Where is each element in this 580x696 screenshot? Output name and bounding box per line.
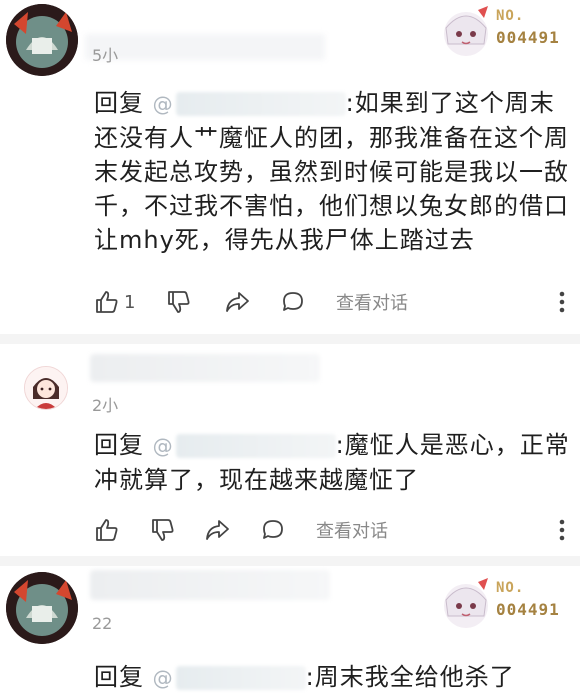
comment-line: 让mhy死，得先从我尸体上踏过去: [94, 226, 475, 254]
share-icon: [226, 292, 249, 312]
user-avatar[interactable]: [6, 4, 78, 76]
avatar-image: [6, 4, 78, 76]
comment-time: 5小: [92, 46, 119, 65]
fan-badge: NO. 004491: [440, 576, 570, 632]
mention-username[interactable]: [175, 434, 336, 458]
reply-button[interactable]: [280, 286, 306, 318]
comment-3: 22 NO. 004491 回复 @:周末我全给他杀了: [0, 566, 580, 696]
comment-line: 魔怔人是恶心，正常: [344, 431, 570, 459]
chibi-badge-icon: [444, 6, 488, 56]
avatar-image: [6, 572, 78, 644]
comment-time: 2小: [92, 396, 119, 415]
comment-body: 回复 @:周末我全给他杀了: [94, 660, 515, 695]
comment-time: 22: [92, 614, 113, 633]
more-options-icon[interactable]: [558, 518, 566, 542]
comment-actions: 1 查看对话: [94, 286, 564, 318]
badge-number: 004491: [496, 600, 560, 619]
share-button[interactable]: [224, 286, 250, 318]
dislike-button[interactable]: [166, 286, 192, 318]
reply-prefix: 回复: [94, 663, 144, 691]
comment-body: 回复 @:魔怔人是恶心，正常 冲就算了，现在越来越魔怔了: [94, 428, 570, 497]
chat-bubble-icon: [263, 520, 283, 539]
mention-username[interactable]: [175, 666, 306, 690]
more-options-icon[interactable]: [558, 290, 566, 314]
chibi-badge-icon: [444, 578, 488, 628]
mention-at-icon: @: [152, 666, 174, 690]
comment-line: 还没有人艹魔怔人的团，那我准备在这个周: [94, 124, 569, 152]
thumbs-down-icon: [168, 291, 190, 313]
reply-prefix: 回复: [94, 431, 144, 459]
comment-body: 回复 @:如果到了这个周末 还没有人艹魔怔人的团，那我准备在这个周 末发起总攻势…: [94, 86, 569, 257]
reply-button[interactable]: [260, 514, 286, 546]
mention-separator: :: [345, 89, 355, 117]
comment-line: 千，不过我不害怕，他们想以兔女郎的借口: [94, 192, 569, 220]
avatar-image: [25, 367, 67, 409]
thumbs-up-icon: [96, 519, 118, 541]
mention-separator: :: [335, 431, 345, 459]
comment-line: 冲就算了，现在越来越魔怔了: [94, 466, 419, 494]
comment-actions: 查看对话: [94, 514, 564, 546]
like-count: 1: [124, 291, 136, 313]
divider: [0, 334, 580, 344]
comment-line: 如果到了这个周末: [354, 89, 555, 117]
comment-2: 2小 回复 @:魔怔人是恶心，正常 冲就算了，现在越来越魔怔了 查看对话: [0, 344, 580, 554]
like-button[interactable]: [94, 514, 124, 546]
badge-label: NO.: [496, 8, 525, 24]
comment-line: 末发起总攻势，虽然到时候可能是我以一敌: [94, 158, 569, 186]
mention-at-icon: @: [152, 434, 174, 458]
badge-label: NO.: [496, 580, 525, 596]
comment-line: 周末我全给他杀了: [314, 663, 515, 691]
dislike-button[interactable]: [150, 514, 176, 546]
fan-badge: NO. 004491: [440, 4, 570, 60]
blurred-username: [90, 354, 320, 382]
user-avatar[interactable]: [24, 366, 68, 410]
comment-1: 5小 NO. 004491 回复 @:如果到了这个周末 还没有人艹魔怔人的团，那…: [0, 0, 580, 330]
thumbs-down-icon: [152, 519, 174, 541]
view-dialog-link[interactable]: 查看对话: [336, 286, 408, 318]
view-dialog-label: 查看对话: [316, 521, 388, 542]
blurred-username: [90, 570, 330, 600]
mention-at-icon: @: [152, 92, 174, 116]
user-avatar[interactable]: [6, 572, 78, 644]
view-dialog-label: 查看对话: [336, 293, 408, 314]
mention-separator: :: [305, 663, 315, 691]
share-button[interactable]: [204, 514, 230, 546]
mention-username[interactable]: [175, 92, 346, 116]
thumbs-up-icon: [96, 291, 118, 313]
chat-bubble-icon: [283, 292, 303, 311]
reply-prefix: 回复: [94, 89, 144, 117]
share-icon: [206, 520, 229, 540]
divider: [0, 556, 580, 566]
like-button[interactable]: 1: [94, 286, 135, 318]
view-dialog-link[interactable]: 查看对话: [316, 514, 388, 546]
badge-number: 004491: [496, 28, 560, 47]
